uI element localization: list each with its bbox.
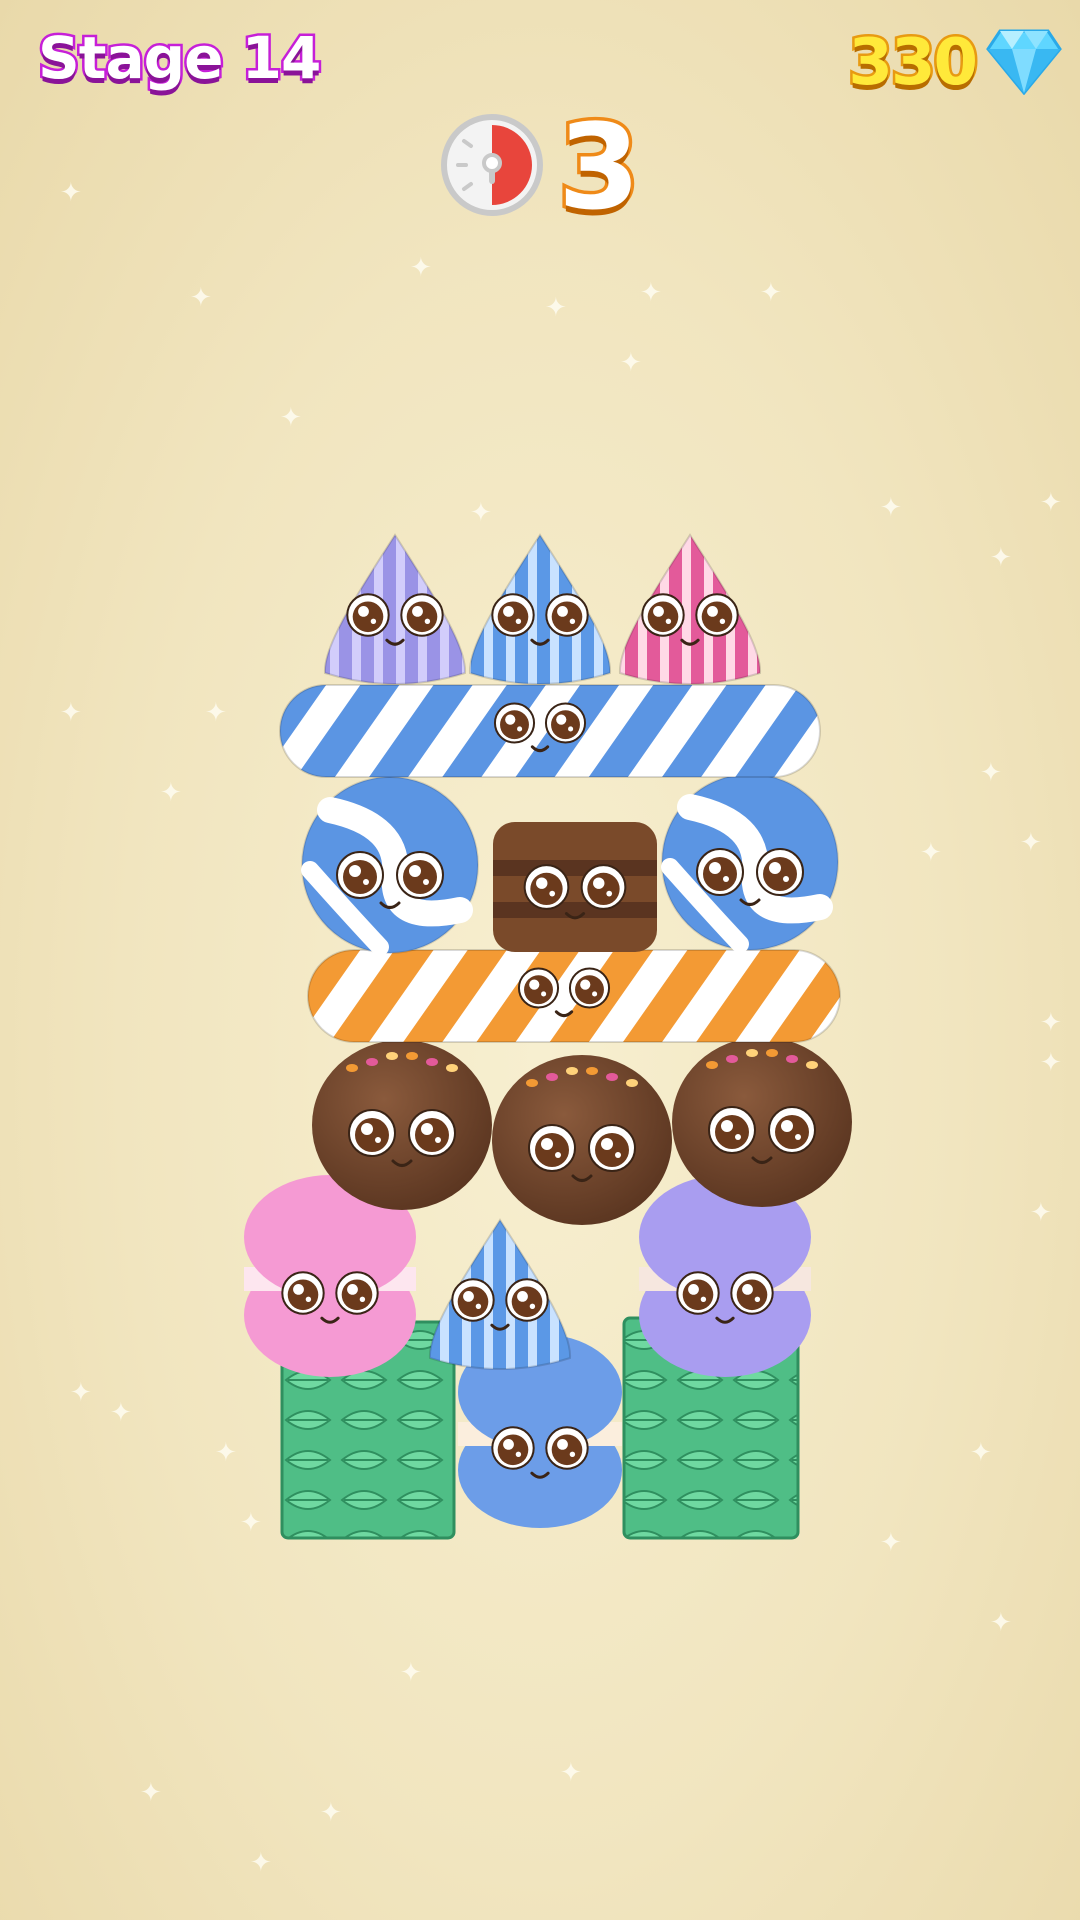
pink-drop[interactable] [618,533,762,685]
blue-drop[interactable] [468,533,612,685]
chocolate-ball[interactable] [492,1055,672,1225]
chocolate-ball[interactable] [672,1037,852,1207]
chocolate-macaron[interactable] [493,822,657,952]
blue-drop[interactable] [428,1218,572,1370]
chocolate-ball[interactable] [312,1040,492,1210]
blue-swirl-ball[interactable] [661,773,839,953]
purple-macaron[interactable] [639,1175,811,1377]
blue-striped-log[interactable] [279,684,821,778]
blue-swirl-ball[interactable] [301,776,479,956]
orange-striped-log[interactable] [307,949,841,1043]
game-board [244,533,852,1540]
lavender-drop[interactable] [323,533,467,685]
